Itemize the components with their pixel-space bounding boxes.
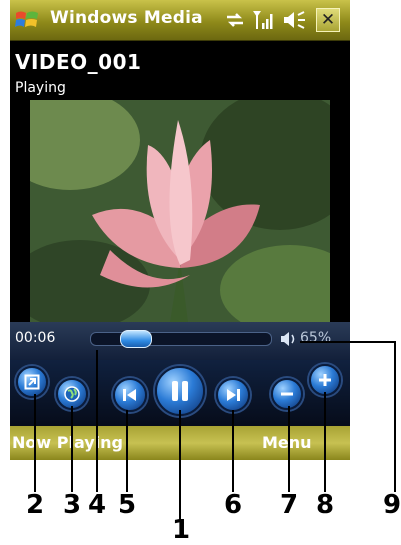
callout-1: 1: [172, 515, 191, 545]
callout-7: 7: [280, 490, 299, 520]
callout-line-9-vertical: [394, 341, 396, 492]
volume-up-icon: [319, 374, 331, 386]
app-title: Windows Media: [50, 8, 203, 28]
fullscreen-button[interactable]: [16, 366, 48, 398]
callout-6: 6: [224, 490, 243, 520]
callout-line-4: [96, 350, 98, 492]
callout-2: 2: [26, 490, 45, 520]
windows-flag-icon[interactable]: [14, 8, 40, 32]
callout-3: 3: [63, 490, 82, 520]
device-screen: Windows Media ✕ VIDEO_001 Playing 00:06 …: [10, 0, 350, 460]
elapsed-time: 00:06: [15, 330, 56, 346]
callout-line-8: [324, 392, 326, 492]
previous-button[interactable]: [113, 378, 147, 412]
next-icon: [227, 389, 240, 401]
now-playing-softkey[interactable]: Now Playing: [12, 433, 123, 452]
web-icon: [64, 386, 80, 402]
volume-level: 65%: [300, 330, 332, 346]
callout-4: 4: [88, 490, 107, 520]
signal-strength-icon[interactable]: [252, 9, 276, 31]
volume-down-button[interactable]: [271, 378, 303, 410]
previous-icon: [123, 389, 136, 401]
next-button[interactable]: [216, 378, 250, 412]
title-bar: Windows Media ✕: [10, 0, 350, 41]
video-frame[interactable]: [30, 100, 330, 322]
volume-down-icon: [281, 392, 293, 396]
callout-8: 8: [316, 490, 335, 520]
volume-icon: [281, 332, 295, 346]
speaker-icon[interactable]: [282, 9, 308, 31]
connectivity-icon[interactable]: [224, 9, 246, 31]
callout-line-9-horizontal: [300, 341, 396, 343]
callout-5: 5: [118, 490, 137, 520]
menu-softkey[interactable]: Menu: [262, 433, 312, 452]
seek-bar-row: 00:06 65%: [10, 322, 350, 360]
seek-thumb[interactable]: [120, 330, 152, 348]
seek-bar[interactable]: [90, 330, 272, 348]
pause-icon: [172, 381, 188, 401]
close-button[interactable]: ✕: [316, 8, 340, 32]
callout-line-7: [288, 406, 290, 492]
callout-line-5: [126, 410, 128, 492]
play-pause-button[interactable]: [155, 366, 205, 416]
fullscreen-icon: [24, 374, 40, 390]
clip-title: VIDEO_001: [15, 50, 142, 74]
callout-line-1: [179, 410, 181, 522]
callout-line-6: [232, 410, 234, 492]
callout-9: 9: [383, 490, 401, 520]
playback-status: Playing: [15, 80, 66, 96]
callout-line-2: [34, 394, 36, 492]
callout-line-3: [71, 406, 73, 492]
